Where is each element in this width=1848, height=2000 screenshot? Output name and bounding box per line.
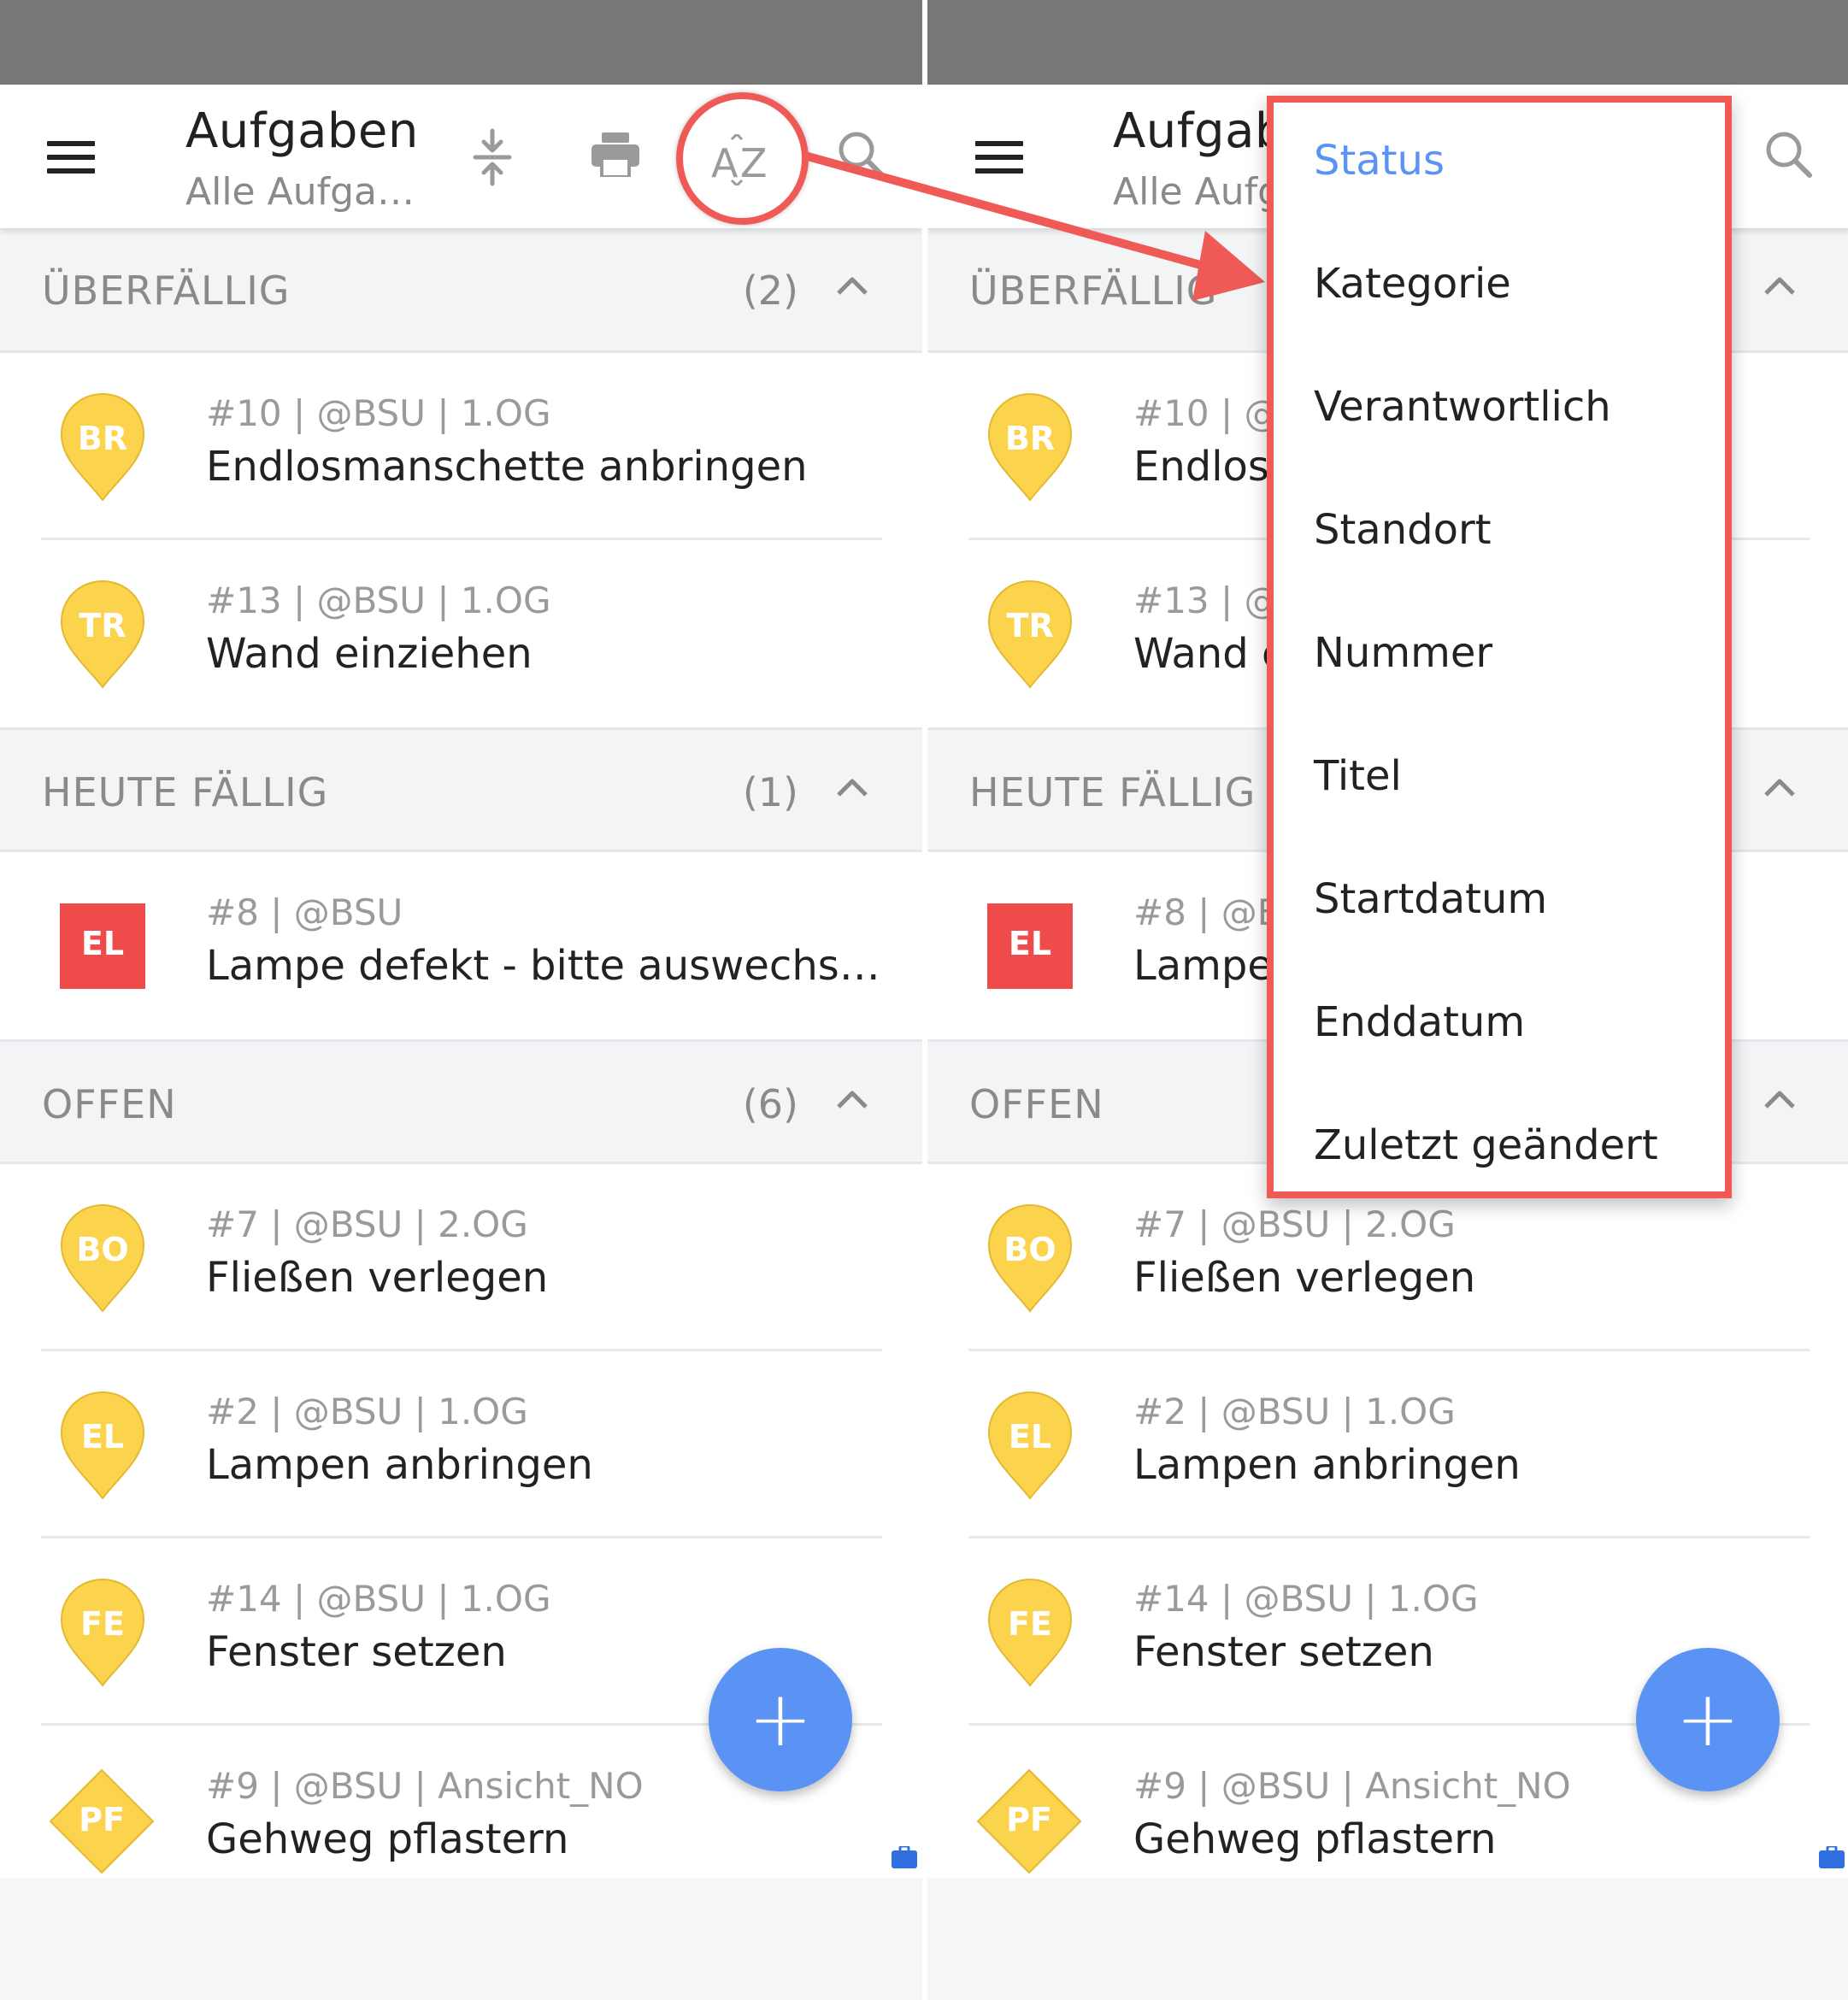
badge-label: EL	[1008, 1418, 1052, 1456]
task-row[interactable]: BO #7 | @BSU | 2.OG Fließen verlegen	[0, 1164, 922, 1351]
page-subtitle[interactable]: Alle Aufg	[1113, 170, 1281, 214]
sort-option-location[interactable]: Standort	[1314, 506, 1492, 554]
task-meta: #10 | @BSU | 1.OG	[206, 392, 551, 434]
task-meta: #14 | @BSU | 1.OG	[206, 1578, 551, 1620]
chevron-up-icon[interactable]	[1763, 273, 1797, 297]
section-title: HEUTE FÄLLIG	[969, 769, 1257, 815]
menu-icon[interactable]	[975, 141, 1023, 174]
collapse-all-icon[interactable]	[470, 127, 515, 187]
chevron-up-icon[interactable]	[835, 774, 869, 798]
status-bar	[927, 0, 1848, 85]
bottom-area	[927, 1878, 1848, 2000]
badge-label: FE	[80, 1605, 125, 1643]
task-row[interactable]: EL #2 | @BSU | 1.OG Lampen anbringen	[927, 1351, 1848, 1538]
status-bar	[0, 0, 922, 85]
section-title: HEUTE FÄLLIG	[42, 769, 329, 815]
chevron-up-icon[interactable]	[835, 273, 869, 297]
chevron-up-icon[interactable]	[835, 1086, 869, 1110]
task-row[interactable]: TR #13 | @BSU | 1.OG Wand einziehen	[0, 540, 922, 727]
task-title: Wand einziehen	[206, 630, 533, 678]
add-task-button[interactable]: +	[709, 1648, 852, 1791]
task-title: Lampe defekt - bitte auswechs…	[206, 942, 880, 990]
task-row[interactable]: BR #10 | @BSU | 1.OG Endlosmanschette an…	[0, 353, 922, 540]
badge-label: EL	[80, 1418, 125, 1456]
task-title: Fließen verlegen	[1133, 1254, 1476, 1302]
task-title: Lampen anbringen	[206, 1441, 593, 1489]
task-list: ÜBERFÄLLIG (2) BR #10 | @BSU | 1.OG Endl…	[0, 228, 922, 1878]
section-count: (1)	[742, 769, 798, 815]
task-meta: #9 | @BSU | Ansicht_NO	[1133, 1765, 1571, 1807]
task-title: Gehweg pflastern	[1133, 1815, 1497, 1863]
plus-icon: +	[748, 1674, 813, 1764]
task-meta: #9 | @BSU | Ansicht_NO	[206, 1765, 644, 1807]
badge-label: TR	[79, 607, 127, 644]
task-title: Wand e	[1133, 630, 1287, 678]
search-icon[interactable]	[838, 131, 886, 179]
screen-left: Aufgaben Alle Aufga… A Z ÜBERFÄLLIG (2) …	[0, 0, 922, 2000]
badge-label: FE	[1008, 1605, 1052, 1643]
task-title: Fenster setzen	[206, 1628, 507, 1676]
task-title: Gehweg pflastern	[206, 1815, 569, 1863]
task-title: Lampen anbringen	[1133, 1441, 1521, 1489]
section-header-open[interactable]: OFFEN (6)	[0, 1039, 922, 1164]
sort-option-category[interactable]: Kategorie	[1314, 260, 1511, 308]
badge-label: EL	[80, 925, 125, 962]
badge-label: EL	[1008, 925, 1052, 962]
badge-label: BO	[76, 1231, 129, 1268]
task-meta: #7 | @BSU | 2.OG	[206, 1203, 528, 1245]
briefcase-icon	[1819, 1846, 1845, 1868]
search-icon[interactable]	[1765, 131, 1813, 179]
sort-option-end-date[interactable]: Enddatum	[1314, 998, 1525, 1046]
badge-label: BO	[1003, 1231, 1056, 1268]
task-row[interactable]: EL #2 | @BSU | 1.OG Lampen anbringen	[0, 1351, 922, 1538]
sort-menu: Status Kategorie Verantwortlich Standort…	[1267, 96, 1732, 1198]
task-title: Endlosi	[1133, 443, 1281, 491]
chevron-up-icon[interactable]	[1763, 774, 1797, 798]
plus-icon: +	[1675, 1674, 1740, 1764]
section-count: (2)	[742, 268, 798, 314]
task-title: Fließen verlegen	[206, 1254, 549, 1302]
task-meta: #13 | @BSU | 1.OG	[206, 579, 551, 621]
task-title: Lampe	[1133, 942, 1273, 990]
section-title: ÜBERFÄLLIG	[969, 268, 1218, 314]
task-meta: #14 | @BSU | 1.OG	[1133, 1578, 1479, 1620]
add-task-button[interactable]: +	[1636, 1648, 1780, 1791]
section-title: OFFEN	[42, 1081, 177, 1127]
sort-option-status[interactable]: Status	[1314, 137, 1445, 185]
task-title: Endlosmanschette anbringen	[206, 443, 808, 491]
sort-option-title[interactable]: Titel	[1314, 752, 1402, 800]
bottom-area	[0, 1878, 922, 2000]
sort-option-number[interactable]: Nummer	[1314, 629, 1492, 677]
sort-option-start-date[interactable]: Startdatum	[1314, 875, 1547, 923]
task-meta: #2 | @BSU | 1.OG	[1133, 1391, 1456, 1432]
badge-label: BR	[77, 420, 128, 457]
task-row[interactable]: EL #8 | @BSU Lampe defekt - bitte auswec…	[0, 852, 922, 1039]
print-icon[interactable]	[591, 132, 639, 177]
badge-label: BR	[1004, 420, 1056, 457]
section-title: ÜBERFÄLLIG	[42, 268, 291, 314]
section-count: (6)	[742, 1081, 798, 1127]
chevron-up-icon[interactable]	[1763, 1086, 1797, 1110]
badge-label: PF	[1006, 1801, 1052, 1838]
badge-label: PF	[79, 1801, 125, 1838]
sort-option-last-modified[interactable]: Zuletzt geändert	[1314, 1121, 1658, 1169]
task-title: Fenster setzen	[1133, 1628, 1434, 1676]
section-title: OFFEN	[969, 1081, 1104, 1127]
page-subtitle[interactable]: Alle Aufga…	[185, 170, 415, 214]
annotation-circle	[676, 92, 809, 225]
menu-icon[interactable]	[47, 141, 95, 174]
badge-label: TR	[1006, 607, 1054, 644]
task-meta: #2 | @BSU | 1.OG	[206, 1391, 528, 1432]
page-title: Aufgab	[1113, 103, 1286, 159]
briefcase-icon	[892, 1846, 917, 1868]
task-meta: #7 | @BSU | 2.OG	[1133, 1203, 1456, 1245]
section-header-overdue[interactable]: ÜBERFÄLLIG (2)	[0, 228, 922, 353]
section-header-due-today[interactable]: HEUTE FÄLLIG (1)	[0, 727, 922, 852]
task-meta: #8 | @BSU	[206, 891, 403, 933]
page-title: Aufgaben	[185, 103, 419, 159]
sort-option-responsible[interactable]: Verantwortlich	[1314, 383, 1611, 431]
